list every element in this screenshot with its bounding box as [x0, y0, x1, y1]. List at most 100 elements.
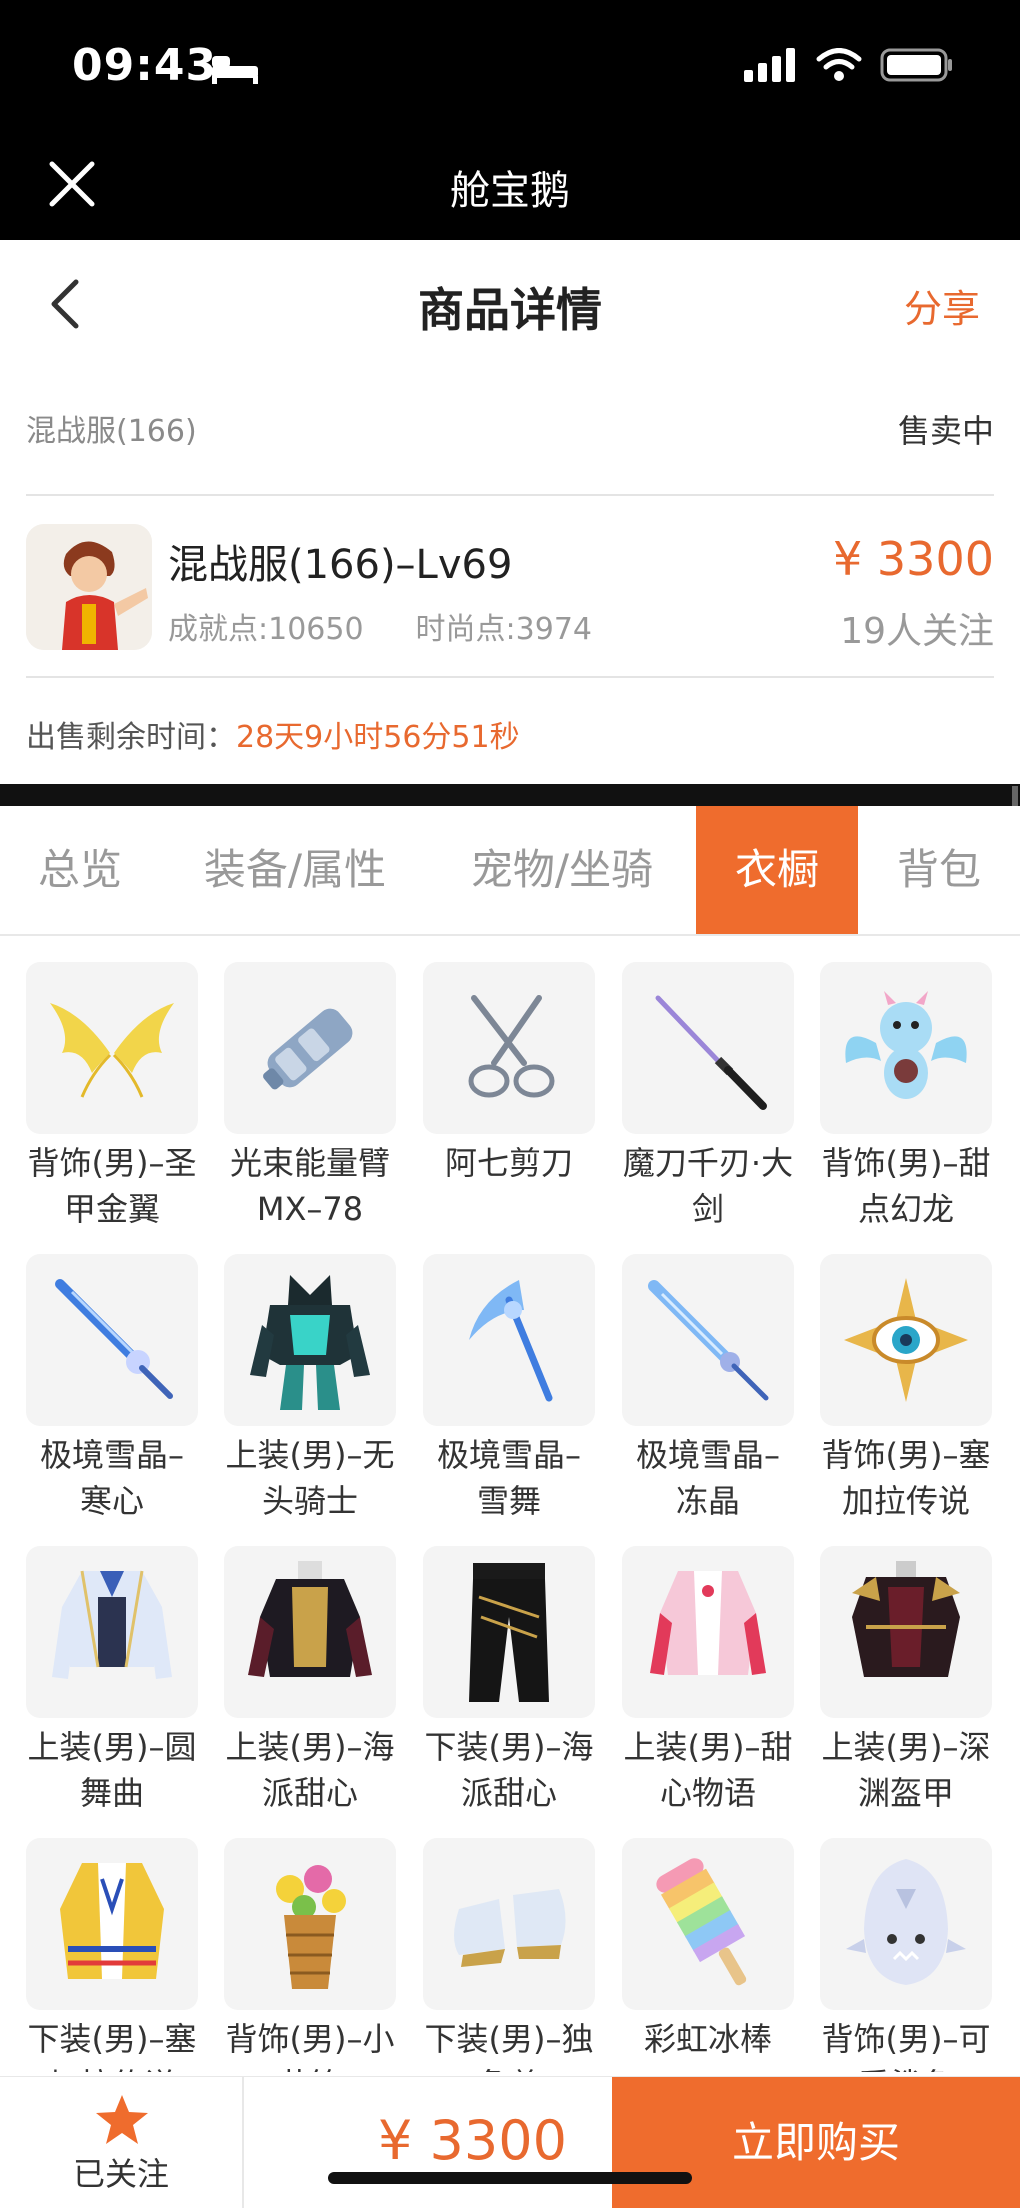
- knight-armor-icon: [250, 1275, 370, 1410]
- tab-bar: 总览 装备/属性 宠物/坐骑 衣橱 背包: [0, 806, 1020, 936]
- wardrobe-item[interactable]: 上装(男)–深渊盔甲: [820, 1546, 992, 1816]
- item-thumbnail: [224, 1254, 396, 1426]
- item-thumbnail: [224, 962, 396, 1134]
- item-thumbnail: [423, 1838, 595, 2010]
- wardrobe-item[interactable]: 下装(男)–塞加拉传说: [26, 1838, 198, 2072]
- item-name: 极境雪晶–冻晶: [635, 1436, 780, 1520]
- tab-equipment[interactable]: 装备/属性: [180, 806, 410, 934]
- battery-icon: [880, 48, 952, 82]
- wardrobe-item[interactable]: 阿七剪刀: [423, 962, 595, 1186]
- bottom-price: ¥ 3300: [378, 2109, 567, 2172]
- tab-overview[interactable]: 总览: [10, 806, 150, 934]
- remaining-time-value: 28天9小时56分51秒: [236, 720, 520, 755]
- home-indicator[interactable]: [328, 2172, 692, 2184]
- wardrobe-item[interactable]: 上装(男)–甜心物语: [622, 1546, 794, 1816]
- item-name: 背饰(男)–圣甲金翼: [27, 1144, 197, 1228]
- eye-emblem-icon: [844, 1278, 968, 1402]
- item-name: 下装(男)–独角兽: [424, 2020, 594, 2072]
- item-thumbnail: [26, 962, 198, 1134]
- star-icon: [96, 2095, 148, 2144]
- navy-jacket-icon: [248, 1561, 372, 1677]
- section-separator: [0, 784, 1020, 806]
- shark-backpack-icon: [846, 1859, 966, 1985]
- cellular-signal-icon: [744, 48, 795, 82]
- wardrobe-item[interactable]: 下装(男)–独角兽: [423, 1838, 595, 2072]
- follow-label: 已关注: [72, 2155, 169, 2193]
- item-name: 下装(男)–海派甜心: [424, 1728, 594, 1812]
- item-name: 光束能量臂MX–78: [229, 1144, 390, 1228]
- product-title: 混战服(166)–Lv69: [168, 542, 513, 588]
- ice-sword-icon: [55, 1279, 173, 1399]
- item-thumbnail: [26, 1546, 198, 1718]
- scrollbar[interactable]: [1012, 786, 1018, 806]
- sale-status: 售卖中: [897, 412, 994, 450]
- bottom-action-bar: 已关注 ¥ 3300 立即购买: [0, 2076, 1020, 2208]
- wardrobe-item[interactable]: 上装(男)–圆舞曲: [26, 1546, 198, 1816]
- rainbow-popsicle-icon: [656, 1858, 747, 1986]
- item-name: 背饰(男)–塞加拉传说: [821, 1436, 991, 1520]
- product-summary[interactable]: 混战服(166)–Lv69 成就点:10650 时尚点:3974 ¥ 3300 1…: [26, 520, 994, 652]
- tab-backpack[interactable]: 背包: [878, 806, 1000, 934]
- share-button[interactable]: 分享: [904, 278, 980, 333]
- item-name: 背饰(男)–甜点幻龙: [821, 1144, 991, 1228]
- item-name: 极境雪晶–雪舞: [436, 1436, 581, 1520]
- nav-bar: 商品详情 分享: [0, 240, 1020, 370]
- tab-pets[interactable]: 宠物/坐骑: [446, 806, 678, 934]
- wardrobe-item[interactable]: 上装(男)–无头骑士: [224, 1254, 396, 1524]
- ice-scythe-icon: [469, 1280, 553, 1402]
- server-name: 混战服(166): [26, 414, 197, 449]
- energy-arm-icon: [263, 1008, 353, 1090]
- item-thumbnail: [622, 1254, 794, 1426]
- buy-now-button[interactable]: 立即购买: [612, 2077, 1020, 2208]
- pink-outfit-icon: [650, 1571, 766, 1675]
- item-thumbnail: [224, 1838, 396, 2010]
- item-name: 下装(男)–塞加拉传说: [27, 2020, 197, 2072]
- item-thumbnail: [820, 1254, 992, 1426]
- item-thumbnail: [622, 1546, 794, 1718]
- sleep-mode-icon: [212, 56, 258, 84]
- tribal-coat-icon: [60, 1863, 164, 1979]
- item-thumbnail: [820, 962, 992, 1134]
- item-thumbnail: [820, 1838, 992, 2010]
- app-bar: 舱宝鹅: [0, 130, 1020, 240]
- item-thumbnail: [423, 1254, 595, 1426]
- abyss-armor-icon: [852, 1561, 960, 1677]
- divider: [26, 494, 994, 496]
- dragon-icon: [845, 991, 967, 1099]
- wardrobe-item[interactable]: 光束能量臂MX–78: [224, 962, 396, 1232]
- item-name: 魔刀千刃·大剑: [622, 1144, 794, 1228]
- item-name: 上装(男)–无头骑士: [225, 1436, 395, 1520]
- wardrobe-item[interactable]: 背饰(男)–可爱鲨鱼: [820, 1838, 992, 2072]
- scissors-icon: [468, 995, 555, 1098]
- wardrobe-item[interactable]: 极境雪晶–雪舞: [423, 1254, 595, 1524]
- remaining-time: 出售剩余时间：28天9小时56分51秒: [26, 712, 520, 756]
- golden-wings-icon: [50, 1003, 174, 1098]
- item-name: 上装(男)–甜心物语: [623, 1728, 793, 1812]
- wardrobe-item[interactable]: 极境雪晶–寒心: [26, 1254, 198, 1524]
- wardrobe-item[interactable]: 背饰(男)–塞加拉传说: [820, 1254, 992, 1524]
- character-avatar: [26, 524, 152, 650]
- wardrobe-item[interactable]: 下装(男)–海派甜心: [423, 1546, 595, 1816]
- wardrobe-item[interactable]: 魔刀千刃·大剑: [622, 962, 794, 1232]
- page-title: 商品详情: [418, 283, 602, 337]
- status-time: 09:43: [72, 40, 218, 91]
- wardrobe-item[interactable]: 彩虹冰棒: [622, 1838, 794, 2062]
- item-thumbnail: [26, 1838, 198, 2010]
- unicorn-boots-icon: [454, 1889, 566, 1967]
- wardrobe-item[interactable]: 背饰(男)–甜点幻龙: [820, 962, 992, 1232]
- item-thumbnail: [820, 1546, 992, 1718]
- item-thumbnail: [622, 962, 794, 1134]
- divider: [26, 676, 994, 678]
- tab-wardrobe[interactable]: 衣橱: [696, 806, 858, 934]
- wardrobe-item[interactable]: 上装(男)–海派甜心: [224, 1546, 396, 1816]
- wardrobe-item[interactable]: 背饰(男)–小花筐: [224, 1838, 396, 2072]
- item-thumbnail: [224, 1546, 396, 1718]
- follow-button[interactable]: 已关注: [0, 2077, 244, 2208]
- item-thumbnail: [26, 1254, 198, 1426]
- wardrobe-item[interactable]: 极境雪晶–冻晶: [622, 1254, 794, 1524]
- item-name: 阿七剪刀: [444, 1144, 573, 1182]
- item-thumbnail: [423, 1546, 595, 1718]
- item-name: 上装(男)–海派甜心: [225, 1728, 395, 1812]
- server-row: 混战服(166) 售卖中: [26, 400, 994, 460]
- wardrobe-item[interactable]: 背饰(男)–圣甲金翼: [26, 962, 198, 1232]
